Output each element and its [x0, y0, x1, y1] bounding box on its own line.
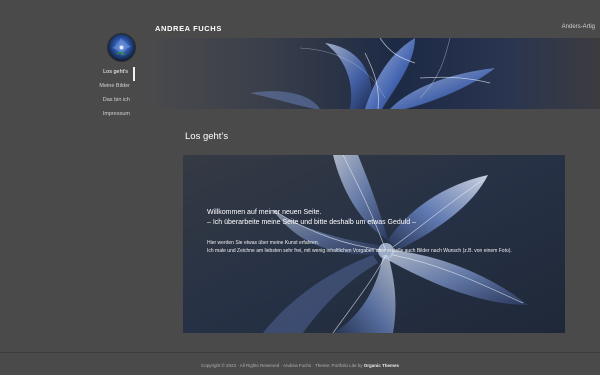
hero-text-block: Willkommen auf meiner neuen Seite. – Ich… — [207, 208, 537, 255]
footer-divider — [0, 352, 600, 353]
main-navigation: Los geht's Meine Bilder Das bin ich Impr… — [60, 67, 135, 123]
site-title[interactable]: ANDREA FUCHS — [155, 24, 222, 33]
site-tagline: Anders-Artig — [561, 24, 595, 30]
page-title: Los geht’s — [185, 131, 229, 142]
hero-body-line-1: Hier werden Sie etwas über meine Kunst e… — [207, 240, 320, 246]
banner-flower-artwork — [150, 38, 600, 109]
footer-theme-author-link[interactable]: Organic Themes — [364, 363, 399, 368]
nav-item-impressum[interactable]: Impressum — [60, 109, 135, 123]
hero-body: Hier werden Sie etwas über meine Kunst e… — [207, 239, 537, 255]
site-footer: Copyright © 2023 · All Rights Reserved ·… — [0, 363, 600, 368]
nav-item-los-gehts[interactable]: Los geht's — [60, 67, 135, 81]
hero-heading: Willkommen auf meiner neuen Seite. — [207, 209, 322, 216]
hero-body-line-2: Ich male und Zeichne am liebsten sehr fr… — [207, 248, 512, 254]
nav-item-meine-bilder[interactable]: Meine Bilder — [60, 81, 135, 95]
nav-item-das-bin-ich[interactable]: Das bin ich — [60, 95, 135, 109]
header-banner-image — [150, 38, 600, 109]
site-logo[interactable] — [108, 34, 135, 61]
logo-artwork-icon — [108, 34, 135, 61]
hero-section: Willkommen auf meiner neuen Seite. – Ich… — [183, 155, 565, 333]
footer-copyright: Copyright © 2023 · All Rights Reserved ·… — [200, 363, 363, 368]
hero-subheading: – Ich überarbeite meine Seite und bitte … — [207, 219, 416, 226]
